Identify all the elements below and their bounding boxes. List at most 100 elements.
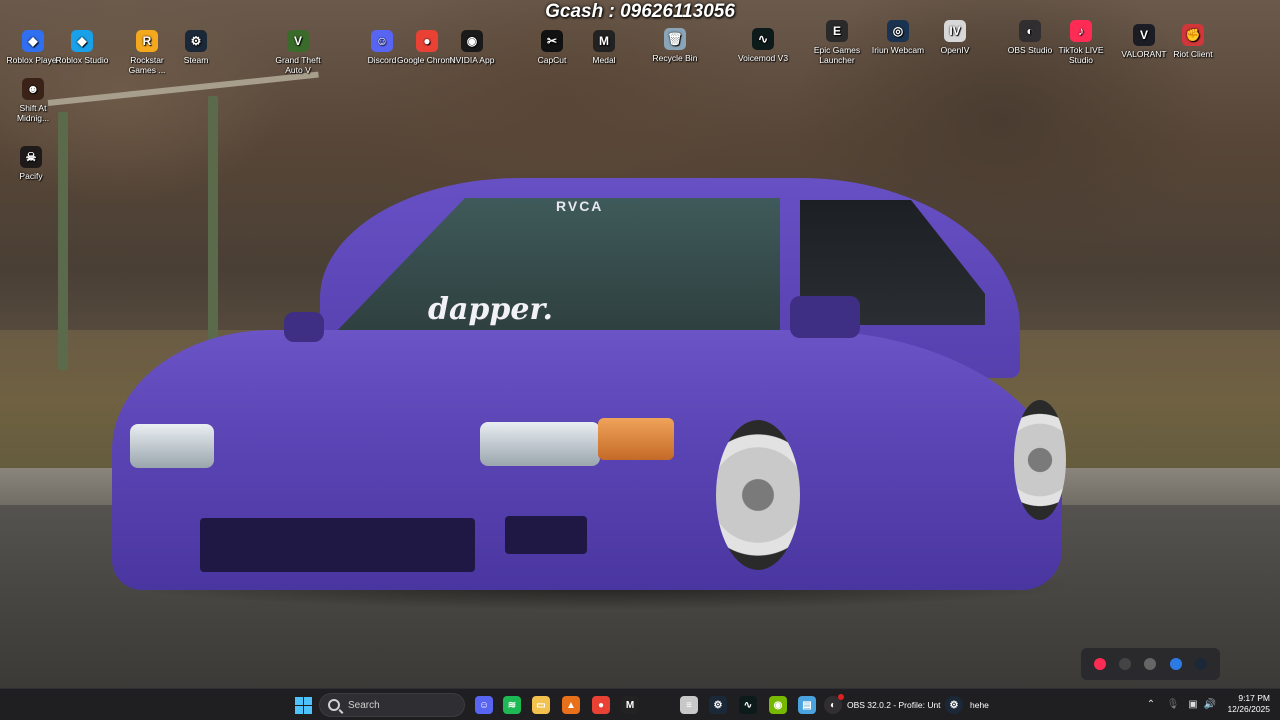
desktop-icon-recycle-bin[interactable]: 🗑 Recycle Bin bbox=[645, 28, 705, 63]
car-mirror bbox=[790, 296, 860, 338]
desktop-icon-label: Recycle Bin bbox=[652, 53, 698, 63]
desktop-icon-nvidia[interactable]: ◉ NVIDIA App bbox=[442, 30, 502, 65]
search-placeholder: Search bbox=[348, 699, 380, 711]
search-icon bbox=[328, 699, 340, 711]
roblox-studio-icon: ◆ bbox=[71, 30, 93, 52]
desktop-icon-capcut[interactable]: ✂ CapCut bbox=[522, 30, 582, 65]
valorant-icon: V bbox=[1133, 24, 1155, 46]
desktop-icon-voicemod[interactable]: ∿ Voicemod V3 bbox=[733, 28, 793, 63]
chrome-taskbar-icon: ● bbox=[592, 696, 610, 714]
taskbar-pinned-app[interactable]: ∿ bbox=[737, 694, 759, 716]
desktop-icon-label: Voicemod V3 bbox=[737, 53, 789, 63]
voicemod-taskbar-icon: ∿ bbox=[739, 696, 757, 714]
volume-icon[interactable]: 🔊 bbox=[1203, 697, 1217, 711]
wallpaper-post bbox=[208, 96, 218, 368]
taskbar-pinned-app[interactable]: ≋ bbox=[501, 694, 523, 716]
taskbar-pinned-app[interactable]: ⚙ bbox=[707, 694, 729, 716]
desktop-icon-label: CapCut bbox=[537, 55, 567, 65]
nvidia-icon: ◉ bbox=[461, 30, 483, 52]
medal-taskbar-icon: M bbox=[621, 696, 639, 714]
microphone-icon[interactable]: 🎙 bbox=[1166, 697, 1180, 711]
desktop-icon-label: OpenIV bbox=[940, 45, 970, 55]
desktop-icon-iriun-webcam[interactable]: ◎ Iriun Webcam bbox=[868, 20, 928, 55]
desktop-icon-label: Epic Games Launcher bbox=[813, 45, 861, 65]
openiv-icon: IV bbox=[944, 20, 966, 42]
steam-window-title: hehe bbox=[970, 700, 989, 710]
desktop-icon-gta-v[interactable]: V Grand Theft Auto V bbox=[268, 30, 328, 75]
windows-logo-icon bbox=[294, 696, 312, 714]
desktop-icon-shift-at-midnight[interactable]: ☻ Shift At Midnig... bbox=[3, 78, 63, 123]
desktop-icon-label: Medal bbox=[592, 55, 616, 65]
car-grille bbox=[505, 516, 587, 554]
tray-overflow-popup bbox=[1081, 648, 1220, 680]
clock-time: 9:17 PM bbox=[1238, 693, 1270, 703]
steam-tray-icon[interactable] bbox=[1195, 658, 1208, 670]
tiktok-live-icon: ♪ bbox=[1070, 20, 1092, 42]
discord-taskbar-icon: ☺ bbox=[475, 696, 493, 714]
desktop-icon-pacify[interactable]: ☠ Pacify bbox=[1, 146, 61, 181]
riot-client-icon: ✊ bbox=[1182, 24, 1204, 46]
voicemod-icon: ∿ bbox=[752, 28, 774, 50]
taskbar: Search ☺ ≋ ▭ ▲ ● M ≡ ⚙ ∿ ◉ ▤ ◐ OBS 32.0.2 - Profil… bbox=[0, 688, 1280, 720]
taskbar-obs-window[interactable]: ◐ OBS 32.0.2 - Profile: Unt bbox=[824, 694, 941, 716]
shift-at-midnight-icon: ☻ bbox=[22, 78, 44, 100]
desktop-icon-label: Steam bbox=[183, 55, 209, 65]
car-wheel bbox=[1014, 400, 1066, 520]
desktop-icon-label: Riot Client bbox=[1173, 49, 1213, 59]
obs-window-title: OBS 32.0.2 - Profile: Unt bbox=[847, 700, 941, 710]
desktop-icon-label: Shift At Midnig... bbox=[16, 103, 50, 123]
clock-date: 12/26/2025 bbox=[1227, 704, 1270, 714]
rockstar-games-icon: R bbox=[136, 30, 158, 52]
obs-studio-icon: ◐ bbox=[1019, 20, 1041, 42]
taskbar-pinned-app[interactable]: ● bbox=[590, 694, 612, 716]
obs-tray-icon[interactable] bbox=[1119, 658, 1132, 670]
desktop-icon-riot-client[interactable]: ✊ Riot Client bbox=[1163, 24, 1223, 59]
taskbar-pinned-app[interactable]: M bbox=[619, 694, 641, 716]
taskbar-pinned-app[interactable]: ▭ bbox=[530, 694, 552, 716]
desktop-icon-steam[interactable]: ⚙ Steam bbox=[166, 30, 226, 65]
car-headlight bbox=[130, 424, 214, 468]
desktop-icon-label: NVIDIA App bbox=[449, 55, 495, 65]
car-grille bbox=[200, 518, 475, 572]
desktop-icon-label: Pacify bbox=[19, 171, 43, 181]
taskbar-search-box[interactable]: Search bbox=[319, 693, 465, 717]
car-wheel bbox=[716, 420, 800, 570]
taskbar-steam-window[interactable]: ⚙ hehe bbox=[945, 694, 989, 716]
desktop-icon-openiv[interactable]: IV OpenIV bbox=[925, 20, 985, 55]
desktop-wallpaper: RVCA dapper. bbox=[0, 0, 1280, 688]
desktop-icon-tiktok-live[interactable]: ♪ TikTok LIVE Studio bbox=[1051, 20, 1111, 65]
capcut-icon: ✂ bbox=[541, 30, 563, 52]
discord-icon: ☺ bbox=[371, 30, 393, 52]
tiktok-tray-icon[interactable] bbox=[1093, 658, 1106, 670]
steam-taskbar-icon: ⚙ bbox=[709, 696, 727, 714]
desktop-icon-label: Grand Theft Auto V bbox=[275, 55, 321, 75]
steam-icon: ⚙ bbox=[185, 30, 207, 52]
taskbar-pinned-app[interactable]: ≡ bbox=[678, 694, 700, 716]
desktop-icon-medal[interactable]: M Medal bbox=[574, 30, 634, 65]
car-headlight bbox=[480, 422, 600, 466]
obs-taskbar-icon: ◐ bbox=[824, 694, 844, 714]
desktop-icon-label: TikTok LIVE Studio bbox=[1058, 45, 1104, 65]
desktop-icon-roblox-studio[interactable]: ◆ Roblox Studio bbox=[52, 30, 112, 65]
taskbar-pinned-app[interactable]: ☺ bbox=[473, 694, 495, 716]
epic-games-icon: E bbox=[826, 20, 848, 42]
windshield-sticker-brand: RVCA bbox=[556, 198, 604, 214]
medal-icon: M bbox=[593, 30, 615, 52]
taskbar-clock[interactable]: 9:17 PM 12/26/2025 bbox=[1227, 693, 1270, 715]
network-icon[interactable]: ▣ bbox=[1186, 697, 1200, 711]
nvidia-taskbar-icon: ◉ bbox=[769, 696, 787, 714]
taskbar-pinned-app[interactable]: ◉ bbox=[767, 694, 789, 716]
desktop-icon-label: Roblox Studio bbox=[55, 55, 109, 65]
bluetooth-tray-icon[interactable] bbox=[1169, 658, 1182, 670]
start-button[interactable] bbox=[292, 694, 314, 716]
taskbar-pinned-app[interactable]: ▲ bbox=[560, 694, 582, 716]
notepad-taskbar-icon: ≡ bbox=[680, 696, 698, 714]
usb-tray-icon[interactable] bbox=[1144, 658, 1157, 670]
taskbar-pinned-app[interactable]: ▤ bbox=[796, 694, 818, 716]
iriun-webcam-icon: ◎ bbox=[887, 20, 909, 42]
vlc-taskbar-icon: ▲ bbox=[562, 696, 580, 714]
chevron-up-icon[interactable]: ⌃ bbox=[1144, 697, 1158, 711]
gta-v-icon: V bbox=[287, 30, 309, 52]
desktop-icon-epic-games[interactable]: E Epic Games Launcher bbox=[807, 20, 867, 65]
spotify-taskbar-icon: ≋ bbox=[503, 696, 521, 714]
